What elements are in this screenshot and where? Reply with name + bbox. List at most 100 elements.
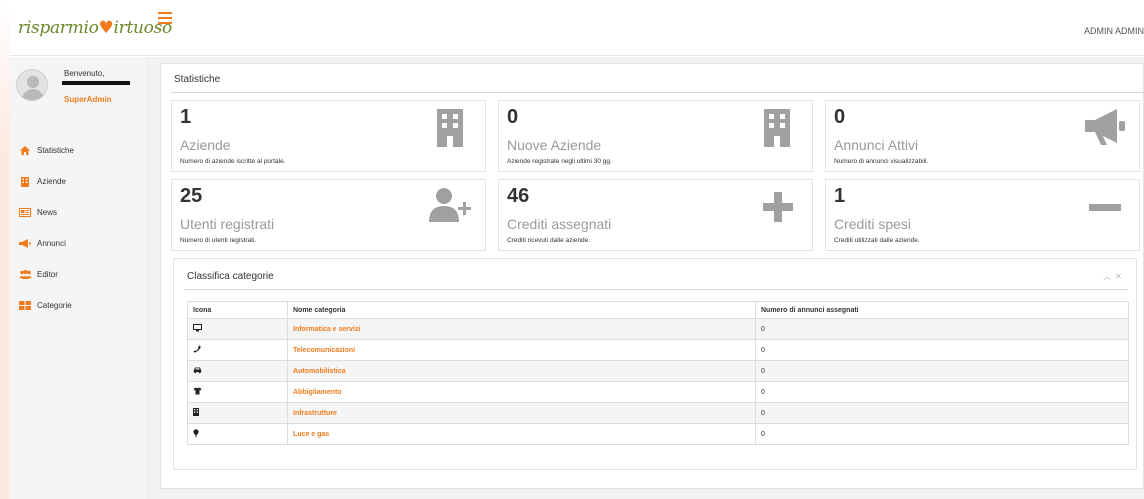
statistics-panel: Statistiche 1 Aziende Numero di aziende … xyxy=(160,63,1144,489)
stat-description: Numero di utenti registrati. xyxy=(180,237,257,244)
stat-label: Nuove Aziende xyxy=(507,137,602,153)
stat-tile-utenti-registrati: 25 Utenti registrati Numero di utenti re… xyxy=(171,179,486,251)
stat-description: Crediti utilizzati dalle aziende. xyxy=(834,237,920,244)
building-icon xyxy=(437,109,463,147)
redacted-user-name xyxy=(62,81,130,85)
car-icon xyxy=(193,367,202,374)
stat-value: 25 xyxy=(180,185,203,207)
table-row: Telecomunicazioni 0 xyxy=(187,339,1129,361)
stat-label: Crediti assegnati xyxy=(507,216,612,232)
category-name[interactable]: Automobilistica xyxy=(287,360,756,382)
building-icon xyxy=(18,176,32,187)
category-count: 0 xyxy=(755,360,1129,382)
sidebar: Benvenuto, SuperAdmin Statistiche Aziend… xyxy=(10,57,148,499)
stat-value: 1 xyxy=(834,185,846,207)
divider xyxy=(171,92,1143,93)
newspaper-icon xyxy=(18,208,32,218)
logo-text-start: risparmio xyxy=(18,18,99,38)
table-header-row: Icona Nome categoria Numero di annunci a… xyxy=(187,301,1129,319)
logo[interactable]: risparmio♥irtuoso xyxy=(18,18,172,38)
category-name[interactable]: Informatica e servizi xyxy=(287,318,756,340)
sidebar-item-categorie[interactable]: Categorie xyxy=(10,290,148,321)
welcome-text: Benvenuto, xyxy=(64,69,105,78)
sidebar-item-news[interactable]: News xyxy=(10,197,148,228)
table-row: Informatica e servizi 0 xyxy=(187,318,1129,340)
row-icon-cell xyxy=(187,318,288,340)
building-icon xyxy=(764,109,790,147)
stat-label: Utenti registrati xyxy=(180,216,275,232)
column-header-numero: Numero di annunci assegnati xyxy=(755,301,1129,319)
minus-icon xyxy=(1089,204,1121,211)
sidebar-item-label: News xyxy=(37,208,58,217)
top-header: risparmio♥irtuoso ADMIN ADMIN xyxy=(10,0,1144,56)
sidebar-item-annunci[interactable]: Annunci xyxy=(10,228,148,259)
avatar xyxy=(16,69,48,101)
sidebar-nav: Statistiche Aziende News Annunci Editor … xyxy=(10,135,148,321)
home-icon xyxy=(18,146,32,156)
left-edge-strip xyxy=(0,0,10,499)
category-count: 0 xyxy=(755,423,1129,445)
ranking-title: Classifica categorie xyxy=(187,271,274,282)
sidebar-item-label: Editor xyxy=(37,270,58,279)
category-count: 0 xyxy=(755,339,1129,361)
stat-description: Aziende registrate negli ultimi 30 gg. xyxy=(507,158,612,165)
sidebar-item-aziende[interactable]: Aziende xyxy=(10,166,148,197)
bulb-icon xyxy=(193,429,199,437)
stat-label: Annunci Attivi xyxy=(834,137,919,153)
row-icon-cell xyxy=(187,423,288,445)
sidebar-item-label: Statistiche xyxy=(37,146,74,155)
table-row: Abbigliamento 0 xyxy=(187,381,1129,403)
grid-icon xyxy=(18,301,32,311)
category-name[interactable]: Infrastrutture xyxy=(287,402,756,424)
tshirt-icon xyxy=(193,387,202,395)
header-user-name[interactable]: ADMIN ADMIN xyxy=(1084,26,1144,36)
category-count: 0 xyxy=(755,318,1129,340)
stat-description: Crediti ricevuti dalle aziende. xyxy=(507,237,591,244)
sidebar-item-statistiche[interactable]: Statistiche xyxy=(10,135,148,166)
megaphone-icon xyxy=(1085,109,1125,145)
user-profile: Benvenuto, SuperAdmin xyxy=(16,67,144,107)
building-icon xyxy=(193,408,199,416)
category-name[interactable]: Telecomunicazioni xyxy=(287,339,756,361)
table-row: Luce e gas 0 xyxy=(187,423,1129,445)
category-count: 0 xyxy=(755,402,1129,424)
category-name[interactable]: Luce e gas xyxy=(287,423,756,445)
user-role: SuperAdmin xyxy=(64,95,112,104)
stat-tile-annunci-attivi: 0 Annunci Attivi Numero di annunci visua… xyxy=(825,100,1140,172)
plus-icon xyxy=(763,192,793,222)
row-icon-cell xyxy=(187,402,288,424)
category-count: 0 xyxy=(755,381,1129,403)
stat-tile-aziende: 1 Aziende Numero di aziende iscritte al … xyxy=(171,100,486,172)
phone-icon xyxy=(193,345,201,353)
monitor-icon xyxy=(193,324,202,332)
close-icon[interactable]: ✕ xyxy=(1115,272,1126,281)
admin-dashboard: risparmio♥irtuoso ADMIN ADMIN Benvenuto,… xyxy=(0,0,1144,499)
stat-label: Crediti spesi xyxy=(834,216,912,232)
main-content: Statistiche 1 Aziende Numero di aziende … xyxy=(148,57,1144,499)
row-icon-cell xyxy=(187,339,288,361)
sidebar-item-editor[interactable]: Editor xyxy=(10,259,148,290)
column-header-icona: Icona xyxy=(187,301,288,319)
divider xyxy=(184,289,1128,290)
stat-value: 0 xyxy=(834,106,846,128)
stat-tile-crediti-spesi: 1 Crediti spesi Crediti utilizzati dalle… xyxy=(825,179,1140,251)
box-tools: ︿✕ xyxy=(1103,271,1126,282)
stat-description: Numero di aziende iscritte al portale. xyxy=(180,158,286,165)
category-ranking-box: Classifica categorie ︿✕ Icona Nome categ… xyxy=(173,258,1137,470)
category-table: Icona Nome categoria Numero di annunci a… xyxy=(187,301,1129,445)
page-title: Statistiche xyxy=(174,74,221,85)
collapse-icon[interactable]: ︿ xyxy=(1103,272,1115,281)
megaphone-icon xyxy=(18,239,32,249)
table-row: Infrastrutture 0 xyxy=(187,402,1129,424)
category-name[interactable]: Abbigliamento xyxy=(287,381,756,403)
table-row: Automobilistica 0 xyxy=(187,360,1129,382)
menu-toggle-icon[interactable] xyxy=(158,12,172,24)
stat-tile-nuove-aziende: 0 Nuove Aziende Aziende registrate negli… xyxy=(498,100,813,172)
column-header-nome: Nome categoria xyxy=(287,301,756,319)
heart-icon: ♥ xyxy=(98,18,114,38)
row-icon-cell xyxy=(187,360,288,382)
stat-value: 0 xyxy=(507,106,519,128)
stat-tile-crediti-assegnati: 46 Crediti assegnati Crediti ricevuti da… xyxy=(498,179,813,251)
stat-description: Numero di annunci visualizzabili. xyxy=(834,158,929,165)
users-icon xyxy=(18,270,32,280)
